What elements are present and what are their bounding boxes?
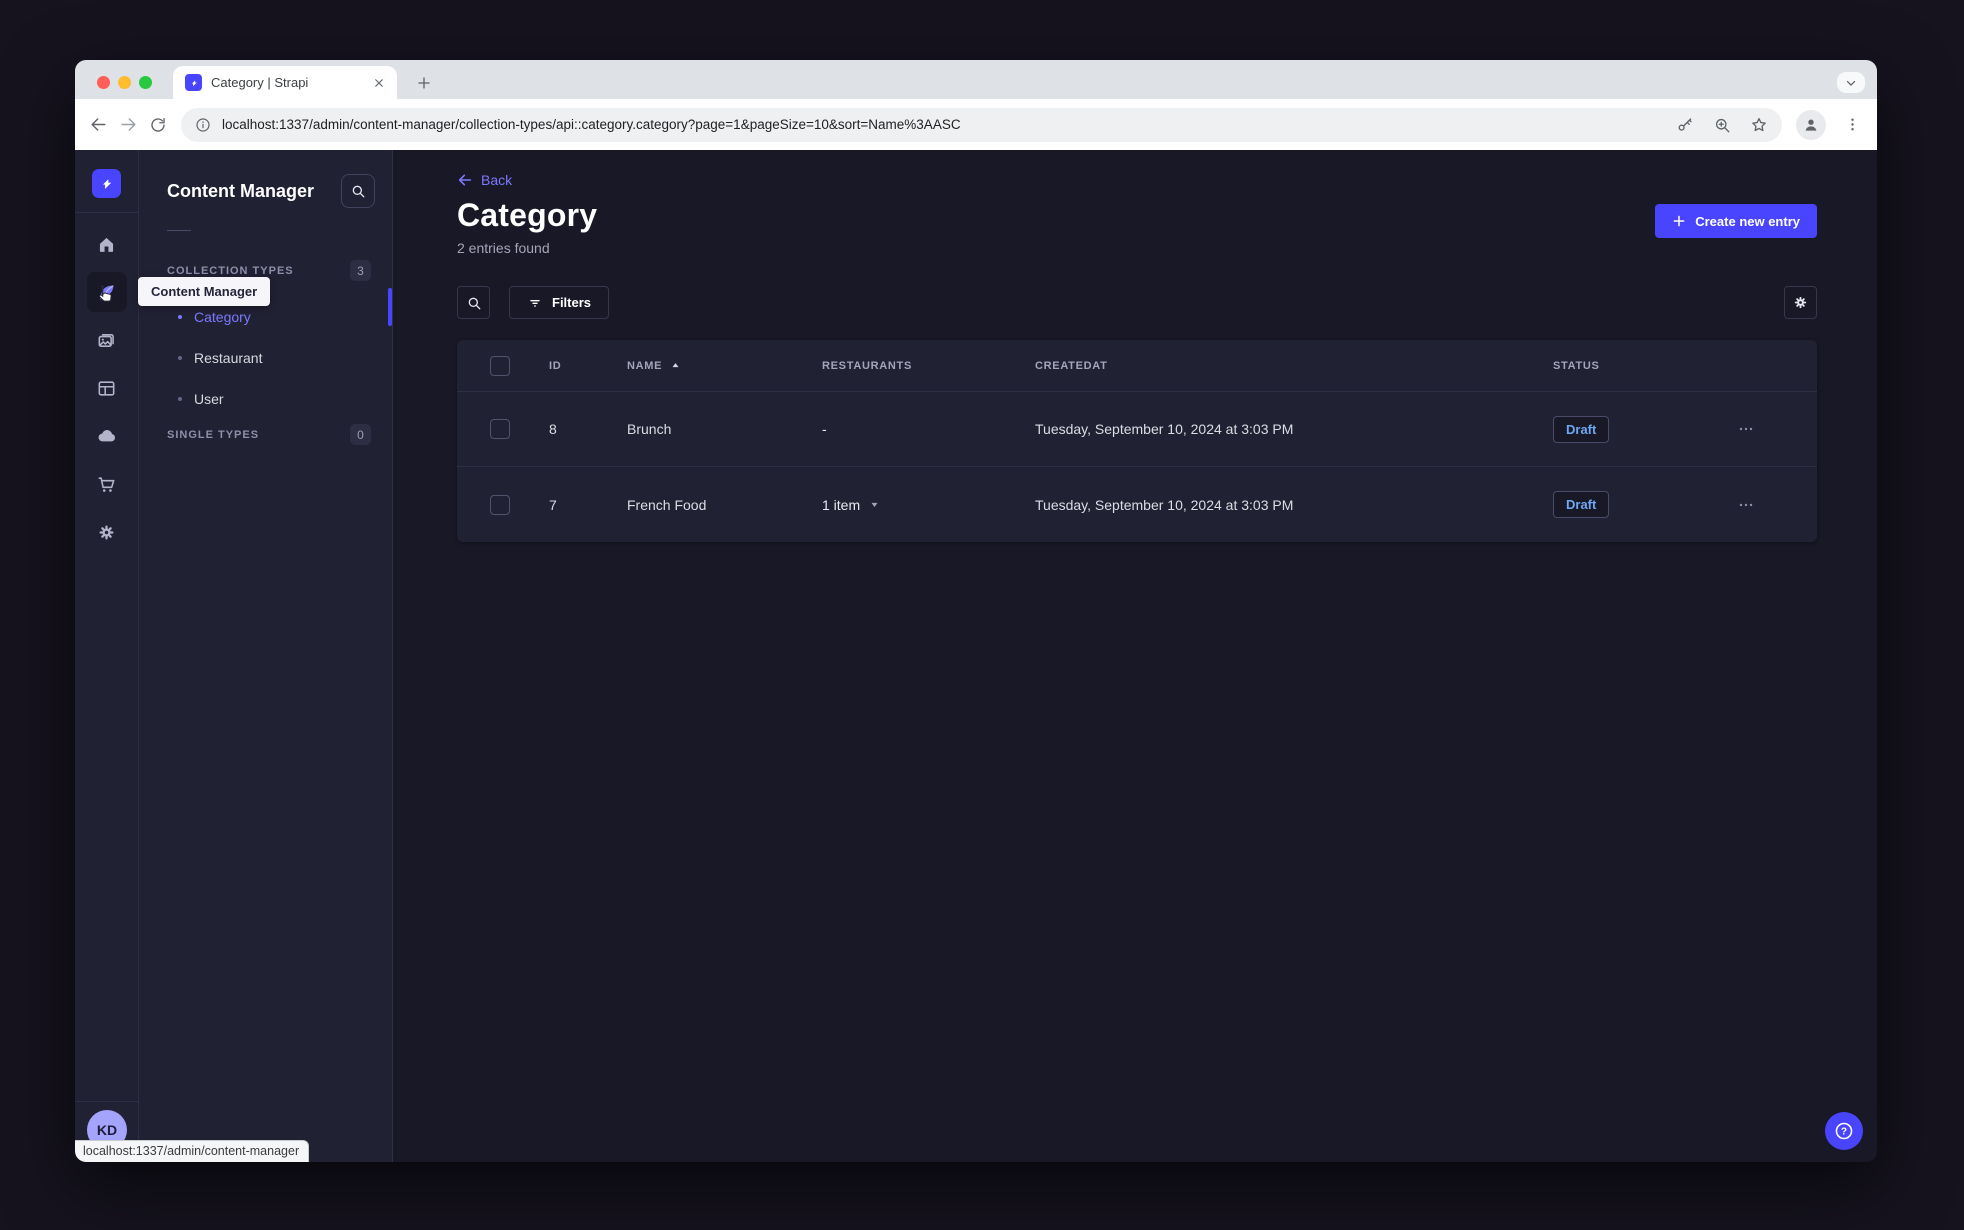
link-status-bubble: localhost:1337/admin/content-manager: [75, 1140, 310, 1162]
row-actions-button[interactable]: [1733, 492, 1759, 518]
nav-divider: [75, 212, 138, 213]
content-manager-tooltip: Content Manager: [138, 277, 271, 306]
browser-menu-icon[interactable]: [1844, 116, 1861, 133]
settings-icon: [96, 522, 117, 543]
forward-button[interactable]: [113, 110, 143, 140]
cell-createdat: Tuesday, September 10, 2024 at 3:03 PM: [1035, 421, 1294, 437]
table-settings-button[interactable]: [1784, 286, 1817, 319]
single-types-section: SINGLE TYPES 0: [139, 424, 392, 445]
table-row[interactable]: 8 Brunch - Tuesday, September 10, 2024 a…: [457, 392, 1817, 467]
subnav-search-button[interactable]: [341, 174, 375, 208]
help-button[interactable]: ?: [1825, 1112, 1863, 1150]
browser-tab-strip: Category | Strapi: [75, 60, 1877, 99]
cell-restaurants: -: [822, 421, 827, 437]
password-manager-icon[interactable]: [1676, 116, 1694, 134]
bullet-icon: [178, 355, 182, 360]
nav-item-home[interactable]: [87, 224, 127, 264]
tab-close-icon[interactable]: [370, 74, 387, 91]
row-checkbox[interactable]: [490, 419, 510, 439]
svg-text:?: ?: [1841, 1127, 1847, 1138]
column-header-id[interactable]: ID: [549, 360, 627, 372]
browser-toolbar: localhost:1337/admin/content-manager/col…: [75, 99, 1877, 150]
cell-name: Brunch: [627, 421, 672, 437]
main-content: Back Category 2 entries found Create new…: [393, 150, 1877, 1162]
row-checkbox[interactable]: [490, 494, 510, 515]
content-type-builder-icon: [96, 378, 117, 399]
marketplace-icon: [96, 474, 117, 495]
back-arrow-icon: [457, 172, 473, 188]
cell-restaurants[interactable]: 1 item: [822, 497, 1035, 513]
create-new-entry-button[interactable]: Create new entry: [1655, 204, 1817, 238]
strapi-logo[interactable]: [92, 169, 121, 198]
collection-type-user[interactable]: User: [139, 378, 392, 419]
table-header-row: ID NAME RESTAURANTS CREATEDAT STATUS: [457, 340, 1817, 392]
mouse-cursor: [93, 284, 115, 306]
cell-createdat: Tuesday, September 10, 2024 at 3:03 PM: [1035, 496, 1294, 513]
deploy-cloud-icon: [96, 425, 118, 447]
caret-down-icon: [868, 498, 881, 511]
entries-table: ID NAME RESTAURANTS CREATEDAT STATUS 8 B…: [457, 340, 1817, 542]
strapi-favicon: [185, 74, 202, 91]
media-library-icon: [96, 330, 117, 351]
cell-id: 8: [549, 421, 557, 437]
browser-tab[interactable]: Category | Strapi: [173, 66, 397, 99]
subnav-scrollbar-thumb[interactable]: [388, 288, 392, 326]
status-badge: Draft: [1553, 415, 1610, 443]
nav-footer-divider: [75, 1101, 138, 1102]
plus-icon: [1672, 214, 1686, 228]
column-header-restaurants[interactable]: RESTAURANTS: [822, 360, 1035, 372]
bullet-icon: [178, 396, 182, 401]
subnav-title: Content Manager: [167, 180, 315, 201]
browser-window: Category | Strapi localhost:1337/admin/c…: [75, 60, 1877, 1162]
filter-icon: [527, 295, 543, 311]
window-controls: [97, 76, 152, 89]
nav-item-deploy-cloud[interactable]: [87, 416, 127, 456]
single-types-count-badge: 0: [350, 424, 371, 445]
table-search-button[interactable]: [457, 286, 490, 319]
entries-count: 2 entries found: [457, 240, 550, 256]
filters-button[interactable]: Filters: [509, 286, 610, 319]
close-window-button[interactable]: [97, 76, 110, 89]
minimize-window-button[interactable]: [118, 76, 131, 89]
subnav-divider: [167, 230, 191, 231]
row-actions-button[interactable]: [1733, 416, 1759, 442]
cell-name: French Food: [627, 496, 707, 513]
home-icon: [96, 234, 117, 255]
collection-type-restaurant[interactable]: Restaurant: [139, 337, 392, 378]
nav-item-media-library[interactable]: [87, 320, 127, 360]
bullet-icon: [178, 314, 182, 319]
nav-item-marketplace[interactable]: [87, 464, 127, 504]
table-row[interactable]: 7 French Food 1 item Tuesday, September …: [457, 467, 1817, 542]
site-info-icon[interactable]: [195, 117, 211, 133]
browser-profile-button[interactable]: [1796, 109, 1826, 140]
url-text: localhost:1337/admin/content-manager/col…: [222, 117, 961, 132]
nav-item-settings[interactable]: [87, 512, 127, 552]
column-header-createdat[interactable]: CREATEDAT: [1035, 360, 1553, 372]
tab-search-button[interactable]: [1837, 72, 1865, 93]
select-all-checkbox[interactable]: [490, 355, 510, 376]
reload-button[interactable]: [143, 110, 173, 140]
address-bar[interactable]: localhost:1337/admin/content-manager/col…: [181, 107, 1782, 142]
nav-item-content-type-builder[interactable]: [87, 368, 127, 408]
strapi-app: KD Content Manager COLLECTION TYPES 3 Ca…: [75, 150, 1877, 1162]
zoom-icon[interactable]: [1713, 116, 1731, 134]
sort-asc-icon: [669, 359, 682, 372]
page-title: Category: [457, 197, 598, 233]
back-link[interactable]: Back: [457, 172, 512, 188]
column-header-name[interactable]: NAME: [627, 359, 822, 372]
maximize-window-button[interactable]: [139, 76, 152, 89]
back-button[interactable]: [83, 110, 113, 140]
bookmark-star-icon[interactable]: [1750, 116, 1768, 134]
column-header-status[interactable]: STATUS: [1553, 360, 1713, 372]
collection-types-count-badge: 3: [350, 260, 371, 281]
cell-id: 7: [549, 496, 557, 513]
status-badge: Draft: [1553, 491, 1610, 518]
new-tab-button[interactable]: [412, 71, 436, 95]
tab-title: Category | Strapi: [211, 75, 309, 90]
